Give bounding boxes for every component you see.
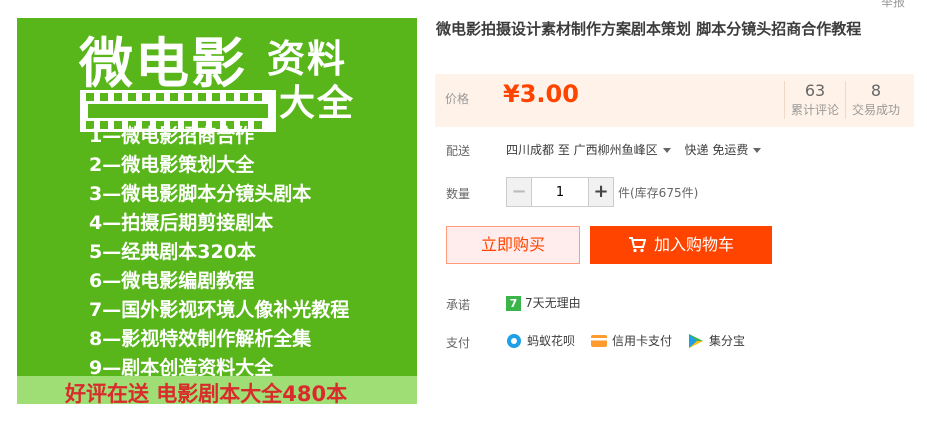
reviews-stat[interactable]: 63 累计评论 [784, 81, 845, 119]
payment-credit-card-label: 信用卡支付 [612, 334, 673, 348]
shipping-label: 配送 [446, 144, 471, 158]
reviews-count: 63 [804, 81, 826, 100]
payment-methods: 蚂蚁花呗 信用卡支付 集分宝 [506, 332, 745, 349]
image-list-item: 2—微电影策划大全 [89, 154, 255, 176]
payment-huabei-label: 蚂蚁花呗 [527, 334, 576, 348]
add-to-cart-button[interactable]: 加入购物车 [590, 226, 772, 264]
promise-item[interactable]: 7 7天无理由 [506, 294, 581, 311]
shipping-from: 四川成都 至 [506, 143, 570, 157]
promise-text: 7天无理由 [525, 296, 581, 310]
image-heading-2: 资料 [267, 37, 348, 81]
shipping-destination: 广西柳州鱼峰区 [573, 143, 658, 157]
product-title: 微电影拍摄设计素材制作方案剧本策划 脚本分镜头招商合作教程 [436, 20, 862, 38]
image-list: 1—微电影招商合作 2—微电影策划大全 3—微电影脚本分镜头剧本 4—拍摄后期剪… [89, 122, 349, 383]
image-footer-banner: 好评在送 电影剧本大全480本 [17, 376, 417, 404]
payment-jifenbao-label: 集分宝 [709, 334, 746, 348]
chevron-down-icon [753, 148, 762, 153]
quantity-input[interactable] [532, 177, 588, 207]
image-list-item: 8—影视特效制作解析全集 [89, 328, 312, 350]
stock-text: 件(库存675件) [618, 186, 699, 200]
payment-huabei[interactable]: 蚂蚁花呗 [506, 332, 575, 349]
image-list-item: 6—微电影编剧教程 [89, 270, 255, 292]
image-heading-1: 微电影 [79, 32, 247, 95]
sales-count: 8 [870, 81, 882, 100]
quantity-increase-button[interactable]: + [588, 177, 614, 207]
quantity-stepper: − + [506, 177, 614, 207]
add-to-cart-label: 加入购物车 [653, 235, 734, 254]
image-list-item: 4—拍摄后期剪接剧本 [89, 212, 274, 234]
price-value: ¥3.00 [503, 80, 579, 108]
image-list-item: 7—国外影视环境人像补光教程 [89, 299, 350, 321]
report-link[interactable]: 举报 [881, 0, 905, 10]
shipping-destination-select[interactable]: 广西柳州鱼峰区 [574, 143, 681, 157]
payment-label: 支付 [446, 336, 471, 350]
credit-card-icon [591, 334, 608, 347]
image-list-item: 3—微电影脚本分镜头剧本 [89, 183, 312, 205]
price-label: 价格 [445, 92, 470, 106]
quantity-decrease-button[interactable]: − [506, 177, 532, 207]
sales-stat: 8 交易成功 [845, 81, 906, 119]
payment-jifenbao[interactable]: 集分宝 [688, 332, 745, 349]
seven-day-icon: 7 [506, 296, 521, 311]
reviews-label: 累计评论 [790, 103, 839, 117]
image-heading-3: 大全 [279, 83, 356, 124]
sales-label: 交易成功 [851, 103, 900, 117]
promise-label: 承诺 [446, 298, 471, 312]
jifenbao-icon [689, 333, 704, 348]
huabei-icon [507, 333, 521, 348]
quantity-label: 数量 [446, 187, 471, 201]
cart-icon [628, 237, 647, 253]
buy-now-button[interactable]: 立即购买 [446, 226, 580, 264]
stats: 63 累计评论 8 交易成功 [784, 81, 906, 119]
image-list-item: 1—微电影招商合作 [89, 125, 255, 147]
chevron-down-icon [662, 148, 671, 153]
shipping-method: 快递 免运费 [684, 143, 749, 157]
payment-credit-card[interactable]: 信用卡支付 [591, 332, 672, 349]
image-list-item: 5—经典剧本320本 [89, 241, 256, 263]
shipping-row: 四川成都 至 广西柳州鱼峰区 快递 免运费 [506, 141, 771, 158]
image-footer-text: 好评在送 电影剧本大全480本 [65, 382, 348, 404]
product-image: 微电影 资料 大全 1—微电影招商合作 2—微电影策划大全 3—微电影脚本分镜头… [17, 18, 417, 404]
shipping-method-select[interactable]: 快递 免运费 [685, 143, 772, 157]
price-box: 价格 ¥3.00 63 累计评论 8 交易成功 [435, 74, 914, 127]
